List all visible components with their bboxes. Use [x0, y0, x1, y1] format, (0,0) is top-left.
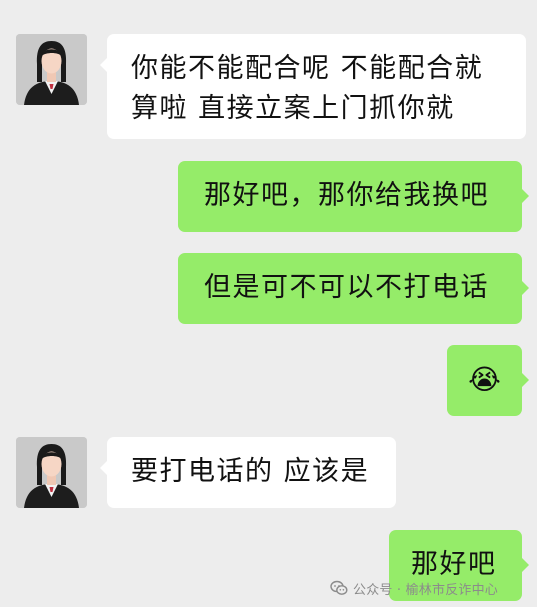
wechat-icon [330, 580, 348, 595]
message-text: 你能不能配合呢 不能配合就算啦 直接立案上门抓你就 [131, 53, 484, 124]
message-text: 那好吧，那你给我换吧 [204, 180, 489, 211]
avatar[interactable] [16, 437, 87, 508]
avatar-photo-icon [16, 34, 87, 105]
message-bubble-self[interactable]: 😭 [447, 345, 529, 416]
avatar-photo-icon [16, 437, 87, 508]
watermark-text: 公众号 · 榆林市反诈中心 [353, 582, 498, 598]
message-bubble-contact[interactable]: 你能不能配合呢 不能配合就算啦 直接立案上门抓你就 [100, 34, 526, 139]
message-text: 但是可不可以不打电话 [204, 272, 489, 303]
message-bubble-self[interactable]: 那好吧，那你给我换吧 [178, 161, 529, 232]
message-bubble-self[interactable]: 但是可不可以不打电话 [178, 253, 529, 324]
avatar[interactable] [16, 34, 87, 105]
message-text: 要打电话的 应该是 [131, 456, 370, 487]
crying-face-emoji: 😭 [468, 363, 501, 396]
message-bubble-contact[interactable]: 要打电话的 应该是 [100, 437, 396, 508]
watermark: 公众号 · 榆林市反诈中心 [330, 576, 498, 600]
